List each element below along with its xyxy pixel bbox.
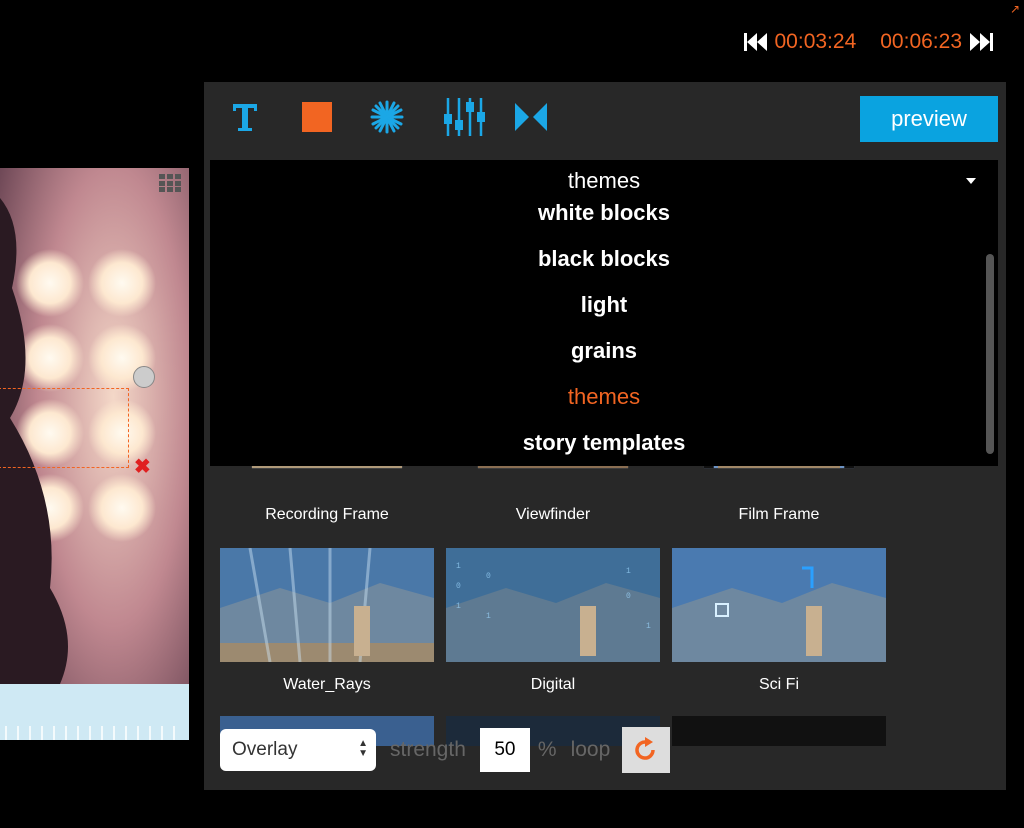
thumb-image: 1 0 1 0 1 1 0 1 (446, 548, 660, 662)
skip-back-icon[interactable] (743, 31, 769, 53)
current-time: 00:03:24 (774, 30, 857, 53)
dropdown-item[interactable]: light (210, 290, 998, 336)
loop-label: loop (570, 738, 611, 761)
svg-text:1: 1 (626, 567, 631, 576)
thumb-row3-3[interactable] (672, 716, 886, 746)
blend-controls: Overlay ▲▼ strength % loop (220, 727, 671, 773)
total-time: 00:06:23 (880, 30, 962, 53)
timeline-ruler[interactable] (0, 684, 189, 740)
selection-box[interactable] (0, 388, 129, 468)
rotate-icon[interactable] (133, 366, 155, 388)
thumb-caption: Recording Frame (265, 506, 389, 523)
thumb-image (220, 547, 434, 663)
thumb-digital[interactable]: 1 0 1 0 1 1 0 1 Digital (446, 548, 660, 694)
refresh-icon (635, 737, 656, 760)
select-arrows-icon: ▲ ▼ (358, 738, 368, 759)
thumb-water-rays[interactable]: Water_Rays (220, 547, 434, 694)
thumb-sci-fi[interactable]: Sci Fi (672, 548, 886, 694)
close-icon[interactable]: ✖ (134, 457, 151, 477)
blend-mode-select[interactable]: Overlay ▲ ▼ (220, 729, 376, 771)
ruler-ticks (5, 726, 175, 740)
dropdown-selected[interactable]: themes (210, 168, 998, 194)
thumb-caption: Film Frame (738, 506, 820, 523)
dropdown-item-active[interactable]: themes (210, 382, 998, 428)
dropdown-item[interactable]: story templates (210, 428, 998, 474)
svg-text:1: 1 (456, 562, 461, 571)
svg-text:0: 0 (456, 582, 461, 591)
thumb-caption: Viewfinder (515, 506, 591, 523)
blend-mode-value: Overlay (232, 739, 298, 760)
text-tool-icon[interactable] (228, 100, 262, 134)
adjust-tool-icon[interactable] (442, 98, 486, 136)
effects-tool-icon[interactable] (370, 100, 404, 134)
svg-text:1: 1 (646, 622, 651, 631)
thumb-caption: Digital (530, 676, 576, 693)
svg-text:0: 0 (486, 572, 491, 581)
preview-button[interactable]: preview (860, 96, 998, 142)
thumb-image (672, 548, 886, 662)
timecode-bar: 00:03:24 00:06:23 (743, 30, 995, 54)
dropdown-item[interactable]: grains (210, 336, 998, 382)
thumb-caption: Sci Fi (759, 676, 799, 693)
dropdown-scrollbar[interactable] (986, 254, 994, 454)
grid-icon[interactable] (159, 174, 181, 192)
video-stage[interactable]: ✖ (0, 168, 189, 740)
skip-forward-icon[interactable] (968, 31, 994, 53)
shape-tool-icon[interactable] (300, 100, 334, 134)
percent-label: % (537, 738, 557, 761)
svg-text:0: 0 (626, 592, 631, 601)
loop-button[interactable] (622, 727, 671, 773)
toolbar: preview (204, 82, 1006, 152)
expand-arrow-icon[interactable]: ↗ (1010, 2, 1020, 16)
dropdown-list: white blocks black blocks light grains t… (210, 198, 998, 474)
category-dropdown[interactable]: themes white blocks black blocks light g… (210, 160, 998, 466)
dropdown-item[interactable]: black blocks (210, 244, 998, 290)
effects-panel: preview Recording Frame 0.3V Viewfinder (204, 82, 1006, 790)
caret-down-icon[interactable] (966, 178, 976, 184)
dropdown-item[interactable]: white blocks (210, 198, 998, 244)
transitions-tool-icon[interactable] (514, 100, 548, 134)
strength-label: strength (390, 738, 466, 761)
strength-input[interactable] (479, 728, 530, 772)
thumb-caption: Water_Rays (283, 676, 371, 693)
svg-text:1: 1 (486, 612, 491, 621)
svg-text:1: 1 (456, 602, 461, 611)
